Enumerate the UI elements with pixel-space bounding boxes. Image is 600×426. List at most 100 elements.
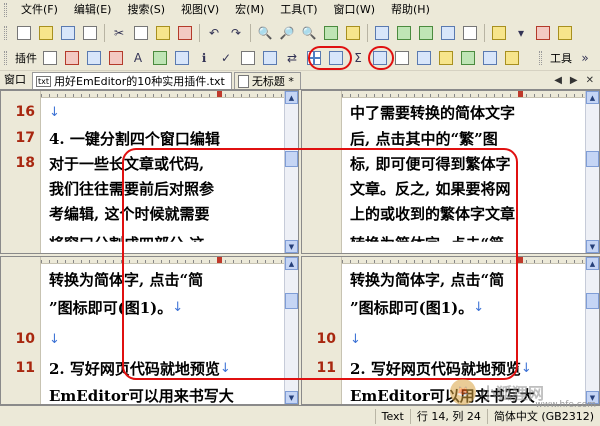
menu-help[interactable]: 帮助(H) — [383, 0, 438, 20]
print-icon[interactable] — [80, 23, 100, 43]
traditional-chinese-icon[interactable] — [370, 48, 390, 68]
menu-window[interactable]: 窗口(W) — [326, 0, 383, 20]
plugin-font-icon[interactable]: A — [128, 48, 148, 68]
plugin-numbering-icon[interactable] — [238, 48, 258, 68]
plugin-swap-icon[interactable]: ⇄ — [282, 48, 302, 68]
find-next-icon[interactable]: 🔎 — [277, 23, 297, 43]
scroll-down-icon[interactable]: ▼ — [285, 240, 298, 253]
plugin-delete-icon[interactable] — [62, 48, 82, 68]
tab-label: 无标题 * — [251, 75, 294, 88]
plugin-compare-icon[interactable] — [106, 48, 126, 68]
vertical-scrollbar[interactable]: ▲ ▼ — [585, 91, 599, 253]
menu-view[interactable]: 视图(V) — [173, 0, 227, 20]
plugin-web-icon[interactable] — [172, 48, 192, 68]
find-prev-icon[interactable]: 🔍 — [299, 23, 319, 43]
cut-icon[interactable]: ✂ — [109, 23, 129, 43]
paste-icon[interactable] — [153, 23, 173, 43]
tab-label: 用好EmEditor的10种实用插件.txt — [54, 75, 225, 88]
tab-untitled[interactable]: 无标题 * — [233, 72, 301, 89]
scroll-up-icon[interactable]: ▲ — [285, 257, 298, 270]
sum-icon[interactable]: Σ — [348, 48, 368, 68]
scroll-up-icon[interactable]: ▲ — [586, 91, 599, 104]
menu-file[interactable]: 文件(F) — [13, 0, 66, 20]
text-line: EmEditor可以用来书写大 — [350, 386, 535, 405]
plugin-sort-icon[interactable] — [260, 48, 280, 68]
undo-icon[interactable]: ↶ — [204, 23, 224, 43]
plugin-extra-1-icon[interactable] — [414, 48, 434, 68]
macro-record-icon[interactable] — [555, 23, 575, 43]
toolbar-overflow-icon[interactable]: » — [575, 48, 595, 68]
open-folder-icon[interactable] — [36, 23, 56, 43]
menu-macro[interactable]: 宏(M) — [227, 0, 272, 20]
plugin-list-icon[interactable] — [40, 48, 60, 68]
scroll-down-icon[interactable]: ▼ — [285, 391, 298, 404]
tools-toolbar-grip[interactable] — [539, 50, 542, 65]
text-line: 中了需要转换的简体文字 — [350, 103, 516, 122]
status-mode[interactable]: Text — [374, 408, 410, 424]
tab-scroll-right-icon[interactable]: ▶ — [570, 75, 578, 86]
plugin-links-icon[interactable] — [150, 48, 170, 68]
macro-run-icon[interactable] — [533, 23, 553, 43]
scroll-thumb[interactable] — [285, 151, 298, 167]
text-line: 11 2. 写好网页代码就地预览 ↓ — [316, 359, 532, 378]
simplified-chinese-icon[interactable] — [392, 48, 412, 68]
macro-icon[interactable] — [489, 23, 509, 43]
view-3-icon[interactable] — [416, 23, 436, 43]
scroll-up-icon[interactable]: ▲ — [586, 257, 599, 270]
menu-search[interactable]: 搜索(S) — [119, 0, 173, 20]
ruler-marker — [518, 91, 523, 97]
scroll-down-icon[interactable]: ▼ — [586, 240, 599, 253]
menu-grip[interactable] — [4, 3, 7, 17]
plugin-extra-3-icon[interactable] — [458, 48, 478, 68]
return-mark-icon: ↓ — [49, 104, 60, 120]
tab-plugin-article[interactable]: txt 用好EmEditor的10种实用插件.txt — [32, 72, 232, 89]
scroll-thumb[interactable] — [586, 293, 599, 309]
vertical-scrollbar[interactable]: ▲ ▼ — [585, 257, 599, 404]
toolbar-grip[interactable] — [4, 25, 7, 40]
plugin-toolbar: 插件 A ℹ ✓ ⇄ Σ 工具 » — [0, 45, 600, 71]
txt-file-icon: txt — [36, 75, 52, 87]
view-2-icon[interactable] — [394, 23, 414, 43]
scroll-up-icon[interactable]: ▲ — [285, 91, 298, 104]
scroll-thumb[interactable] — [285, 293, 298, 309]
editor-pane-bottom-left[interactable]: 转换为简体字, 点击“简 ”图标即可(图1)。 ↓ 10 ↓ 11 2. 写好网页代码… — [0, 256, 299, 405]
editor-pane-top-right[interactable]: 中了需要转换的简体文字 后, 点击其中的“繁”图 标, 即可便可得到繁体字 文章… — [301, 90, 600, 254]
close-document-icon[interactable]: ✕ — [586, 75, 594, 86]
save-icon[interactable] — [58, 23, 78, 43]
plugin-toolbar-grip[interactable] — [4, 50, 7, 65]
tab-controls: ◀ ▶ ✕ — [554, 72, 600, 89]
split-four-icon[interactable] — [304, 48, 324, 68]
copy-icon[interactable] — [131, 23, 151, 43]
menu-tools[interactable]: 工具(T) — [272, 0, 325, 20]
split-horizontal-icon[interactable] — [326, 48, 346, 68]
delete-icon[interactable] — [175, 23, 195, 43]
column-ruler — [342, 91, 585, 98]
vertical-scrollbar[interactable]: ▲ ▼ — [284, 91, 298, 253]
dropdown-arrow-icon[interactable]: ▾ — [511, 23, 531, 43]
menu-edit[interactable]: 编辑(E) — [66, 0, 120, 20]
find-icon[interactable]: 🔍 — [255, 23, 275, 43]
view-5-icon[interactable] — [460, 23, 480, 43]
view-1-icon[interactable] — [372, 23, 392, 43]
vertical-scrollbar[interactable]: ▲ ▼ — [284, 257, 298, 404]
plugin-check-icon[interactable]: ✓ — [216, 48, 236, 68]
editor-pane-top-left[interactable]: 16 ↓ 17 4. 一键分割四个窗口编辑 18 对于一些长文章或代码, 我们往往需要… — [0, 90, 299, 254]
toolbar-separator — [484, 23, 485, 42]
scroll-down-icon[interactable]: ▼ — [586, 391, 599, 404]
scroll-thumb[interactable] — [586, 151, 599, 167]
plugin-extra-2-icon[interactable] — [436, 48, 456, 68]
plugin-extra-4-icon[interactable] — [480, 48, 500, 68]
text-line: 考编辑, 这个时候就需要 — [49, 204, 210, 223]
view-4-icon[interactable] — [438, 23, 458, 43]
column-ruler — [41, 91, 284, 98]
replace-icon[interactable] — [321, 23, 341, 43]
new-file-icon[interactable] — [14, 23, 34, 43]
tab-scroll-left-icon[interactable]: ◀ — [554, 75, 562, 86]
status-encoding[interactable]: 简体中文 (GB2312) — [486, 408, 600, 424]
plugin-info-icon[interactable]: ℹ — [194, 48, 214, 68]
find-in-files-icon[interactable] — [343, 23, 363, 43]
redo-icon[interactable]: ↷ — [226, 23, 246, 43]
plugin-word-icon[interactable] — [84, 48, 104, 68]
editor-pane-bottom-right[interactable]: 转换为简体字, 点击“简 ”图标即可(图1)。 ↓ 10 ↓ 11 2. 写好网页代码… — [301, 256, 600, 405]
plugin-extra-5-icon[interactable] — [502, 48, 522, 68]
